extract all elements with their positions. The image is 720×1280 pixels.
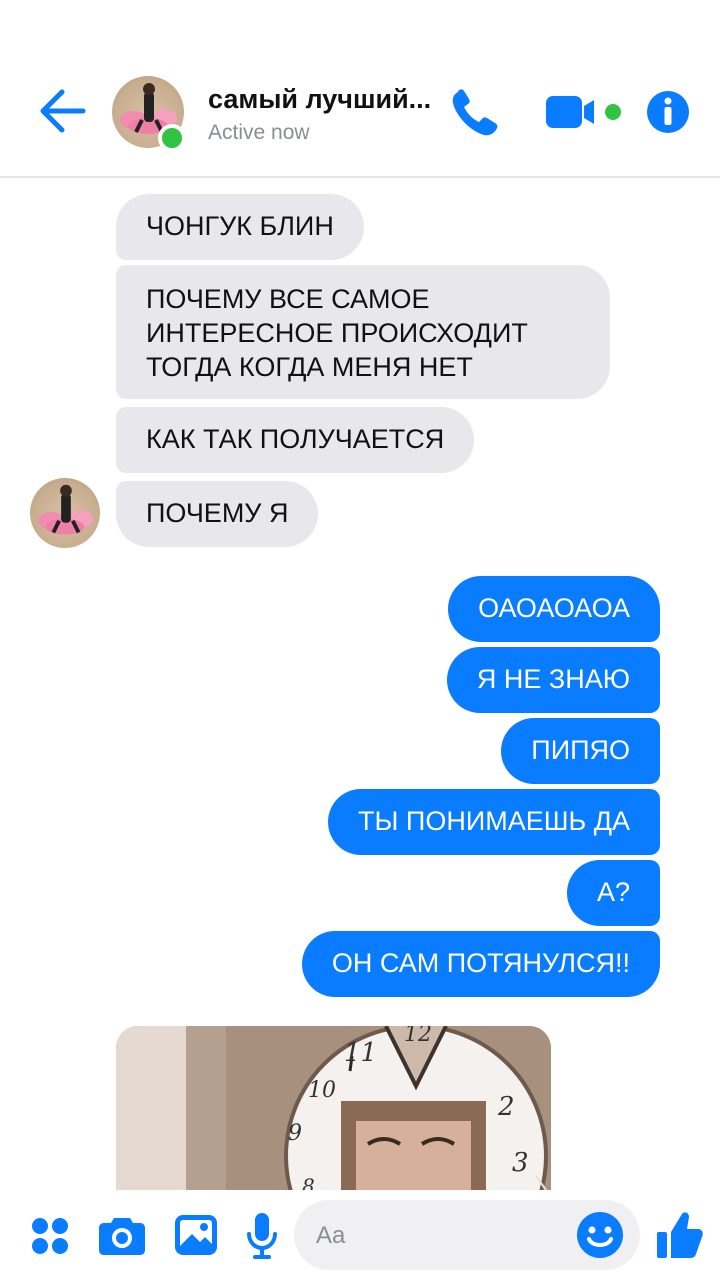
outgoing-message[interactable]: ПИПЯО bbox=[501, 718, 660, 784]
back-arrow-icon[interactable] bbox=[38, 88, 88, 134]
outgoing-message[interactable]: ОАОАОАОА bbox=[448, 576, 660, 642]
message-text: ТОГДА КОГДА МЕНЯ НЕТ bbox=[146, 352, 473, 382]
input-placeholder: Aa bbox=[316, 1222, 346, 1249]
emoji-icon[interactable] bbox=[576, 1211, 624, 1259]
info-icon[interactable] bbox=[646, 90, 690, 134]
outgoing-message[interactable]: А? bbox=[566, 860, 660, 926]
clock-number: 11 bbox=[344, 1038, 378, 1068]
message-text: ТЫ ПОНИМАЕШЬ ДА bbox=[358, 806, 630, 836]
camera-icon[interactable] bbox=[98, 1214, 146, 1256]
contact-avatar[interactable] bbox=[112, 76, 186, 152]
message-text: ОАОАОАОА bbox=[478, 593, 630, 623]
clock-number: 9 bbox=[288, 1121, 302, 1146]
message-text: ПОЧЕМУ ВСЕ САМОЕ bbox=[146, 284, 430, 314]
active-status: Active now bbox=[208, 121, 310, 144]
message-text: ПИПЯО bbox=[531, 735, 630, 765]
gallery-icon[interactable] bbox=[174, 1214, 218, 1256]
message-text: ПОЧЕМУ Я bbox=[146, 498, 289, 528]
incoming-message[interactable]: ЧОНГУК БЛИН bbox=[116, 194, 364, 260]
phone-icon[interactable] bbox=[448, 86, 502, 140]
message-composer: Aa bbox=[0, 1190, 720, 1280]
message-text: ЧОНГУК БЛИН bbox=[146, 211, 334, 241]
microphone-icon[interactable] bbox=[246, 1212, 278, 1260]
thumbs-up-icon[interactable] bbox=[656, 1210, 704, 1260]
message-text: А? bbox=[596, 877, 630, 907]
message-text: ОН САМ ПОТЯНУЛСЯ!! bbox=[331, 948, 630, 978]
video-call-icon[interactable] bbox=[544, 92, 624, 132]
clock-number: 3 bbox=[512, 1148, 529, 1178]
message-text: ИНТЕРЕСНОЕ ПРОИСХОДИТ bbox=[146, 318, 528, 348]
incoming-message[interactable]: ПОЧЕМУ Я bbox=[116, 481, 319, 547]
chat-screen: самый лучший... Active now ЧОНГУК БЛИН П… bbox=[0, 0, 720, 1280]
outgoing-message[interactable]: Я НЕ ЗНАЮ bbox=[446, 647, 660, 713]
message-input[interactable]: Aa bbox=[294, 1200, 640, 1270]
incoming-message[interactable]: ПОЧЕМУ ВСЕ САМОЕ ИНТЕРЕСНОЕ ПРОИСХОДИТ Т… bbox=[116, 265, 610, 399]
clock-number: 2 bbox=[498, 1092, 515, 1122]
online-status-dot bbox=[158, 124, 186, 152]
message-text: Я НЕ ЗНАЮ bbox=[476, 664, 630, 694]
sender-avatar[interactable] bbox=[30, 478, 100, 548]
message-text: КАК ТАК ПОЛУЧАЕТСЯ bbox=[146, 424, 445, 454]
clock-number: 12 bbox=[404, 1026, 432, 1047]
clock-number: 10 bbox=[308, 1078, 336, 1103]
incoming-message[interactable]: КАК ТАК ПОЛУЧАЕТСЯ bbox=[116, 407, 475, 473]
outgoing-message[interactable]: ТЫ ПОНИМАЕШЬ ДА bbox=[328, 789, 660, 855]
more-apps-icon[interactable] bbox=[30, 1216, 70, 1256]
clock-number: 8 bbox=[302, 1174, 315, 1190]
outgoing-message[interactable]: ОН САМ ПОТЯНУЛСЯ!! bbox=[301, 931, 660, 997]
contact-name[interactable]: самый лучший... bbox=[208, 84, 448, 115]
chat-header: самый лучший... Active now bbox=[0, 0, 720, 178]
photo-message[interactable]: 11 12 10 9 2 3 8 bbox=[116, 1026, 551, 1190]
